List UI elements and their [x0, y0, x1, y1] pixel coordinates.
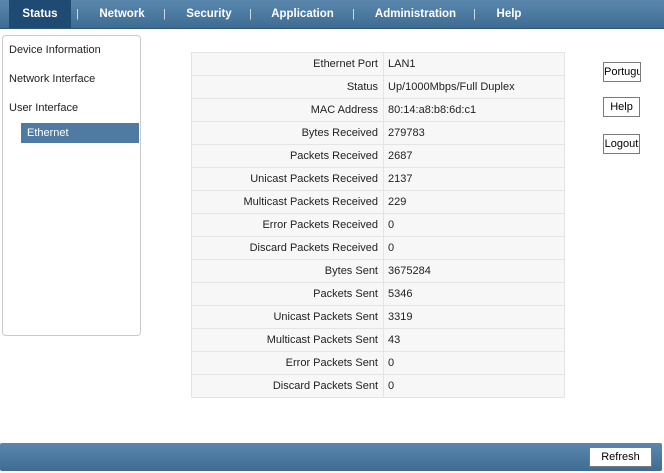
sidebar: Device Information Network Interface Use…	[2, 35, 141, 336]
tab-administration[interactable]: Administration	[368, 0, 463, 28]
sidebar-item-device-information[interactable]: Device Information	[9, 44, 101, 56]
row-value: 5346	[383, 282, 565, 306]
table-row: Ethernet Port LAN1	[191, 52, 565, 76]
nav-separator: |	[163, 8, 166, 20]
row-value: 3675284	[383, 259, 565, 283]
table-row: Multicast Packets Received 229	[191, 190, 565, 214]
row-value: 80:14:a8:b8:6d:c1	[383, 98, 565, 122]
row-label: Multicast Packets Sent	[191, 328, 384, 352]
row-value: 2137	[383, 167, 565, 191]
tab-status[interactable]: Status	[9, 0, 71, 28]
row-label: Discard Packets Sent	[191, 374, 384, 398]
ethernet-stats-table: Ethernet Port LAN1 Status Up/1000Mbps/Fu…	[191, 52, 565, 398]
language-button[interactable]: Portugu	[603, 62, 641, 82]
row-label: Packets Sent	[191, 282, 384, 306]
row-label: Error Packets Received	[191, 213, 384, 237]
table-row: Error Packets Sent 0	[191, 351, 565, 375]
table-row: Discard Packets Received 0	[191, 236, 565, 260]
table-row: Unicast Packets Sent 3319	[191, 305, 565, 329]
logout-button[interactable]: Logout	[603, 134, 640, 154]
row-value: 0	[383, 374, 565, 398]
row-value: 3319	[383, 305, 565, 329]
table-row: MAC Address 80:14:a8:b8:6d:c1	[191, 98, 565, 122]
row-label: Ethernet Port	[191, 52, 384, 76]
sidebar-item-ethernet[interactable]: Ethernet	[21, 123, 139, 143]
row-label: Error Packets Sent	[191, 351, 384, 375]
row-label: MAC Address	[191, 98, 384, 122]
nav-separator: |	[473, 8, 476, 20]
row-value: 43	[383, 328, 565, 352]
nav-separator: |	[352, 8, 355, 20]
row-value: 2687	[383, 144, 565, 168]
row-value: 0	[383, 236, 565, 260]
sidebar-item-user-interface[interactable]: User Interface	[9, 102, 78, 114]
tab-network[interactable]: Network	[91, 0, 153, 28]
row-label: Bytes Received	[191, 121, 384, 145]
row-value: 229	[383, 190, 565, 214]
table-row: Multicast Packets Sent 43	[191, 328, 565, 352]
row-value: 279783	[383, 121, 565, 145]
top-nav-bar: Status | Network | Security | Applicatio…	[0, 0, 664, 29]
row-value: LAN1	[383, 52, 565, 76]
nav-separator: |	[76, 8, 79, 20]
help-button[interactable]: Help	[603, 97, 640, 117]
row-label: Unicast Packets Received	[191, 167, 384, 191]
table-row: Error Packets Received 0	[191, 213, 565, 237]
tab-help[interactable]: Help	[489, 0, 529, 28]
table-row: Packets Received 2687	[191, 144, 565, 168]
refresh-button[interactable]: Refresh	[589, 447, 652, 467]
tab-security[interactable]: Security	[178, 0, 240, 28]
table-row: Bytes Received 279783	[191, 121, 565, 145]
table-row: Discard Packets Sent 0	[191, 374, 565, 398]
row-value: 0	[383, 213, 565, 237]
row-label: Packets Received	[191, 144, 384, 168]
table-row: Packets Sent 5346	[191, 282, 565, 306]
table-row: Unicast Packets Received 2137	[191, 167, 565, 191]
row-label: Bytes Sent	[191, 259, 384, 283]
bottom-bar	[0, 443, 662, 471]
row-label: Status	[191, 75, 384, 99]
table-row: Bytes Sent 3675284	[191, 259, 565, 283]
row-value: 0	[383, 351, 565, 375]
row-label: Unicast Packets Sent	[191, 305, 384, 329]
row-label: Multicast Packets Received	[191, 190, 384, 214]
table-row: Status Up/1000Mbps/Full Duplex	[191, 75, 565, 99]
sidebar-item-network-interface[interactable]: Network Interface	[9, 73, 95, 85]
nav-separator: |	[249, 8, 252, 20]
row-value: Up/1000Mbps/Full Duplex	[383, 75, 565, 99]
row-label: Discard Packets Received	[191, 236, 384, 260]
tab-application[interactable]: Application	[265, 0, 340, 28]
